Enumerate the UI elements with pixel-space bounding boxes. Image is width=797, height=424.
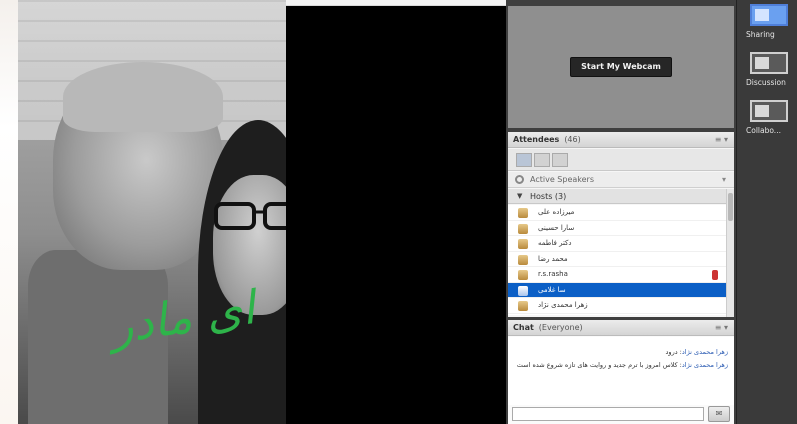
attendee-name: r.s.rasha bbox=[538, 270, 568, 278]
chat-header: Chat (Everyone) ≡ ▾ bbox=[508, 320, 734, 336]
person-icon bbox=[518, 270, 528, 280]
pod-menu-icon[interactable]: ≡ ▾ bbox=[715, 132, 728, 148]
attendees-title: Attendees bbox=[513, 135, 560, 144]
attendees-count: (46) bbox=[564, 135, 581, 144]
chat-message: زهرا محمدی نژاد: کلاس امروز با ترم جدید … bbox=[516, 361, 728, 369]
active-speakers-label: Active Speakers bbox=[530, 175, 594, 184]
chat-messages: زهرا محمدی نژاد: درود زهرا محمدی نژاد: ک… bbox=[508, 337, 734, 405]
scrollbar-thumb[interactable] bbox=[728, 193, 733, 221]
person-icon bbox=[518, 239, 528, 249]
speaker-icon bbox=[515, 175, 524, 184]
pod-menu-icon[interactable]: ≡ ▾ bbox=[715, 320, 728, 336]
attendee-list: میرزاده علی سارا حسینی دکتر فاطمه محمد ر… bbox=[508, 205, 726, 315]
status-view-icon[interactable] bbox=[552, 153, 568, 167]
hosts-group-label: Hosts (3) bbox=[530, 192, 567, 201]
layout-thumbnail-icon bbox=[750, 52, 788, 74]
layout-collaboration[interactable]: Collabo... bbox=[742, 100, 792, 135]
attendee-row[interactable]: دکتر فاطمه bbox=[508, 236, 726, 252]
hosts-group-header[interactable]: ▼ Hosts (3) bbox=[508, 189, 726, 204]
layout-label: Sharing bbox=[746, 30, 775, 39]
person-icon bbox=[518, 285, 528, 296]
left-edge bbox=[0, 0, 18, 424]
layout-thumbnail-icon bbox=[750, 100, 788, 122]
attendee-scrollbar[interactable] bbox=[726, 189, 734, 317]
chat-text: درود bbox=[665, 348, 678, 356]
attendees-toolbar bbox=[508, 149, 734, 171]
chat-input[interactable] bbox=[512, 407, 704, 421]
chat-sender: زهرا محمدی نژاد bbox=[681, 348, 728, 356]
attendee-row[interactable]: محمد رضا bbox=[508, 252, 726, 267]
chat-sender: زهرا محمدی نژاد bbox=[681, 361, 728, 369]
collapse-triangle-icon[interactable]: ▼ bbox=[517, 189, 522, 204]
attendee-view-icon[interactable] bbox=[516, 153, 532, 167]
photo-glasses bbox=[214, 202, 286, 230]
attendees-header: Attendees (46) ≡ ▾ bbox=[508, 132, 734, 148]
layout-sharing[interactable]: Sharing bbox=[742, 4, 792, 39]
chevron-down-icon[interactable]: ▾ bbox=[722, 172, 726, 188]
chat-scope[interactable]: (Everyone) bbox=[539, 323, 583, 332]
breakout-view-icon[interactable] bbox=[534, 153, 550, 167]
attendee-name: زهرا محمدی نژاد bbox=[538, 301, 588, 309]
attendee-row[interactable]: r.s.rasha bbox=[508, 267, 726, 283]
chat-text: کلاس امروز با ترم جدید و روایت های تازه … bbox=[516, 361, 678, 369]
layout-discussion[interactable]: Discussion bbox=[742, 52, 792, 87]
chat-title: Chat bbox=[513, 323, 534, 332]
attendee-name: سارا حسینی bbox=[538, 223, 575, 232]
attendee-name: سا غلامی bbox=[538, 285, 566, 294]
shared-photo: ای مادر bbox=[18, 0, 286, 424]
person-icon bbox=[518, 208, 528, 218]
speech-bubble-icon[interactable]: ✉ bbox=[708, 406, 730, 422]
person-icon bbox=[518, 254, 528, 265]
active-speakers-bar[interactable]: Active Speakers ▾ bbox=[508, 172, 734, 188]
layout-label: Discussion bbox=[746, 78, 786, 87]
layout-label: Collabo... bbox=[746, 126, 781, 135]
chat-message: زهرا محمدی نژاد: درود bbox=[665, 348, 728, 356]
attendee-row[interactable]: میرزاده علی bbox=[508, 205, 726, 221]
attendee-name: میرزاده علی bbox=[538, 208, 575, 216]
person-icon bbox=[518, 301, 528, 311]
attendee-name: محمد رضا bbox=[538, 254, 568, 263]
layouts-divider bbox=[736, 0, 737, 424]
attendee-row[interactable]: زهرا محمدی نژاد bbox=[508, 298, 726, 314]
attendee-name: دکتر فاطمه bbox=[538, 239, 572, 247]
layout-thumbnail-icon bbox=[750, 4, 788, 26]
photo-man-hair bbox=[63, 62, 223, 132]
attendee-row[interactable]: سارا حسینی bbox=[508, 221, 726, 236]
start-webcam-button[interactable]: Start My Webcam bbox=[570, 57, 672, 77]
person-icon bbox=[518, 223, 528, 234]
attendee-row-selected[interactable]: سا غلامی bbox=[508, 282, 726, 298]
microphone-icon bbox=[712, 270, 718, 280]
